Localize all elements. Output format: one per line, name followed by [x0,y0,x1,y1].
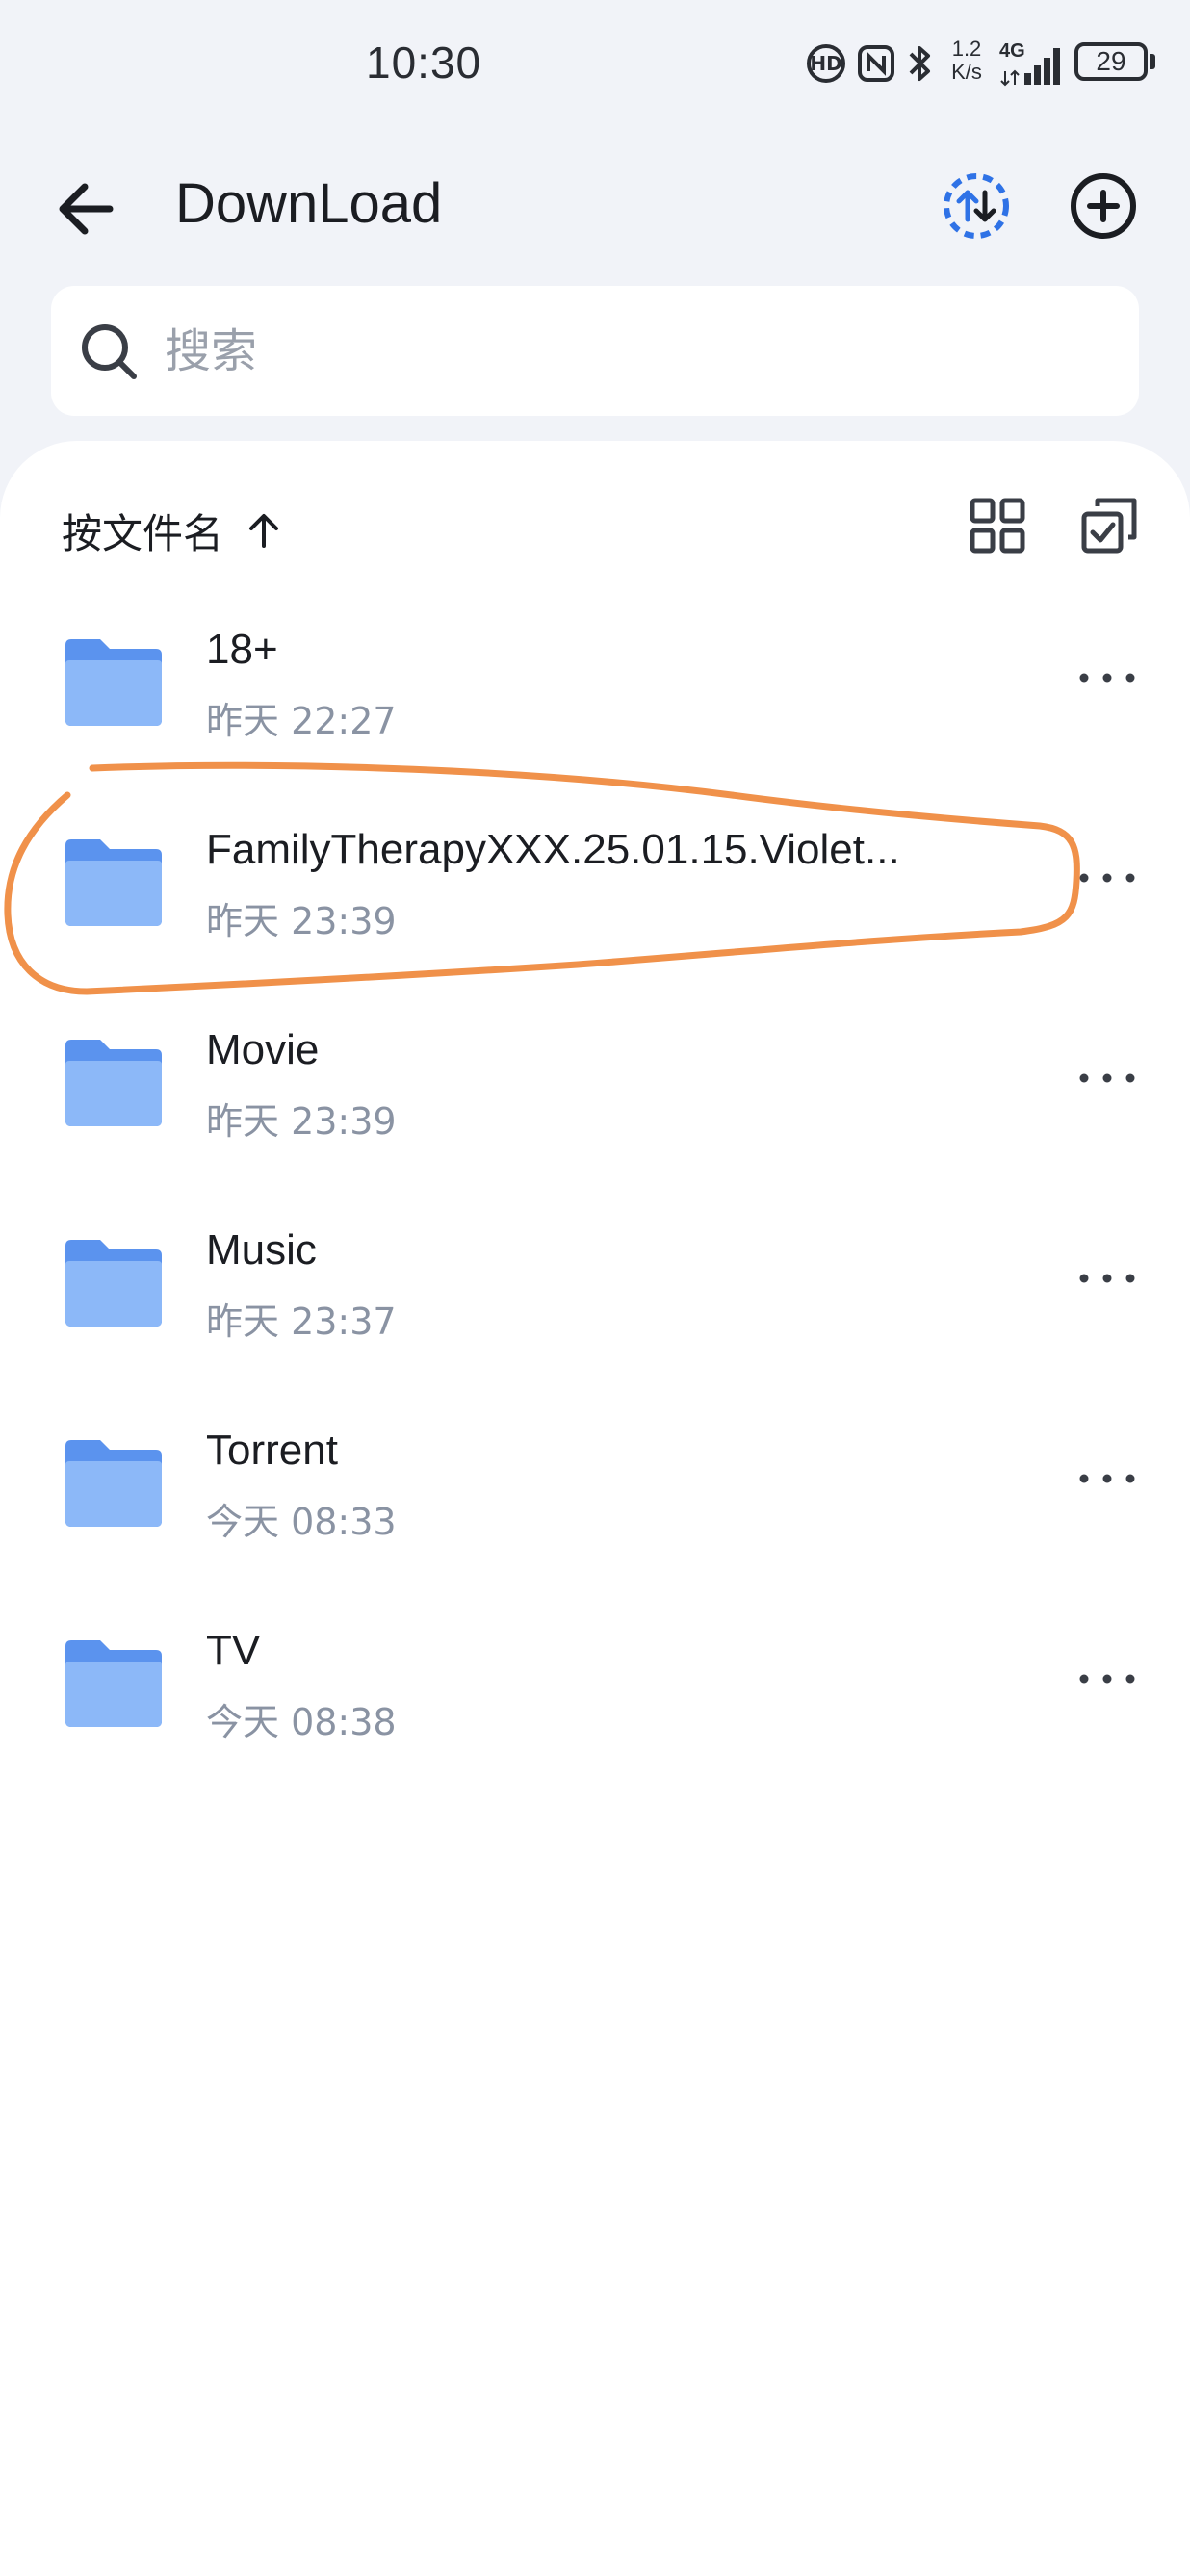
more-options-button[interactable] [1071,1650,1144,1708]
multi-select-button[interactable] [1078,495,1140,556]
net-speed-unit: K/s [951,60,982,84]
multi-select-icon [1081,498,1137,554]
net-speed-value: 1.2 [951,37,982,61]
file-row-18plus[interactable]: 18+ 昨天 22:27 [0,605,1190,805]
more-horizontal-icon [1079,1073,1135,1083]
transfer-icon [944,173,1009,239]
arrow-up-icon [249,514,279,548]
file-name: Torrent [206,1427,338,1474]
file-name: TV [206,1627,261,1674]
back-arrow-icon [59,183,114,235]
signal-icon [1000,48,1060,87]
file-date: 昨天 23:39 [206,1100,397,1143]
app-header: DownLoad [0,154,1190,260]
more-horizontal-icon [1079,1274,1135,1283]
grid-view-icon [970,498,1025,554]
back-button[interactable] [50,175,127,243]
more-horizontal-icon [1079,1474,1135,1483]
file-row-torrent[interactable]: Torrent 今天 08:33 [0,1405,1190,1606]
more-horizontal-icon [1079,673,1135,683]
page-title: DownLoad [175,172,443,235]
add-button[interactable] [1067,169,1140,243]
more-options-button[interactable] [1071,849,1144,907]
file-row-movie[interactable]: Movie 昨天 23:39 [0,1005,1190,1205]
file-row-tv[interactable]: TV 今天 08:38 [0,1606,1190,1806]
transfer-button[interactable] [942,171,1011,241]
search-box[interactable] [51,286,1139,416]
more-options-button[interactable] [1071,1049,1144,1107]
file-date: 昨天 23:37 [206,1301,397,1343]
status-bar: 10:30 HD 1.2 K/s 4G 29 [0,0,1190,135]
svg-text:HD: HD [810,52,841,75]
folder-icon [65,1640,162,1727]
file-name: Music [206,1226,317,1274]
more-options-button[interactable] [1071,1249,1144,1307]
sort-label: 按文件名 [62,509,224,557]
battery-tip [1150,54,1155,69]
more-horizontal-icon [1079,1674,1135,1684]
file-date: 昨天 23:39 [206,900,397,942]
add-circle-icon [1071,173,1136,239]
search-icon [82,324,137,379]
battery-icon: 29 [1074,42,1148,81]
file-name: Movie [206,1026,320,1073]
file-row-familytherapy[interactable]: FamilyTherapyXXX.25.01.15.Violet... 昨天 2… [0,805,1190,1005]
grid-view-button[interactable] [969,497,1026,554]
file-name: 18+ [206,626,278,673]
file-date: 今天 08:33 [206,1501,397,1543]
more-horizontal-icon [1079,873,1135,883]
status-icons: HD 1.2 K/s 4G 29 [786,39,1190,92]
battery-level: 29 [1096,46,1126,76]
status-time: 10:30 [366,38,482,88]
folder-icon [65,839,162,926]
content-panel: 按文件名 18+ 昨天 22:27 FamilyTherapyXXX.25.01… [0,441,1190,2576]
folder-icon [65,1440,162,1527]
folder-icon [65,639,162,726]
more-options-button[interactable] [1071,1450,1144,1507]
folder-icon [65,1240,162,1327]
file-name: FamilyTherapyXXX.25.01.15.Violet... [206,826,900,873]
hd-voice-icon: HD [807,44,845,83]
file-row-music[interactable]: Music 昨天 23:37 [0,1205,1190,1405]
sort-control[interactable]: 按文件名 [62,497,285,564]
file-date: 昨天 22:27 [206,700,397,742]
search-input[interactable] [163,315,1110,388]
file-date: 今天 08:38 [206,1701,397,1743]
file-list: 18+ 昨天 22:27 FamilyTherapyXXX.25.01.15.V… [0,605,1190,1806]
folder-icon [65,1040,162,1126]
nfc-icon [858,45,894,82]
bluetooth-icon [909,46,930,81]
more-options-button[interactable] [1071,649,1144,707]
